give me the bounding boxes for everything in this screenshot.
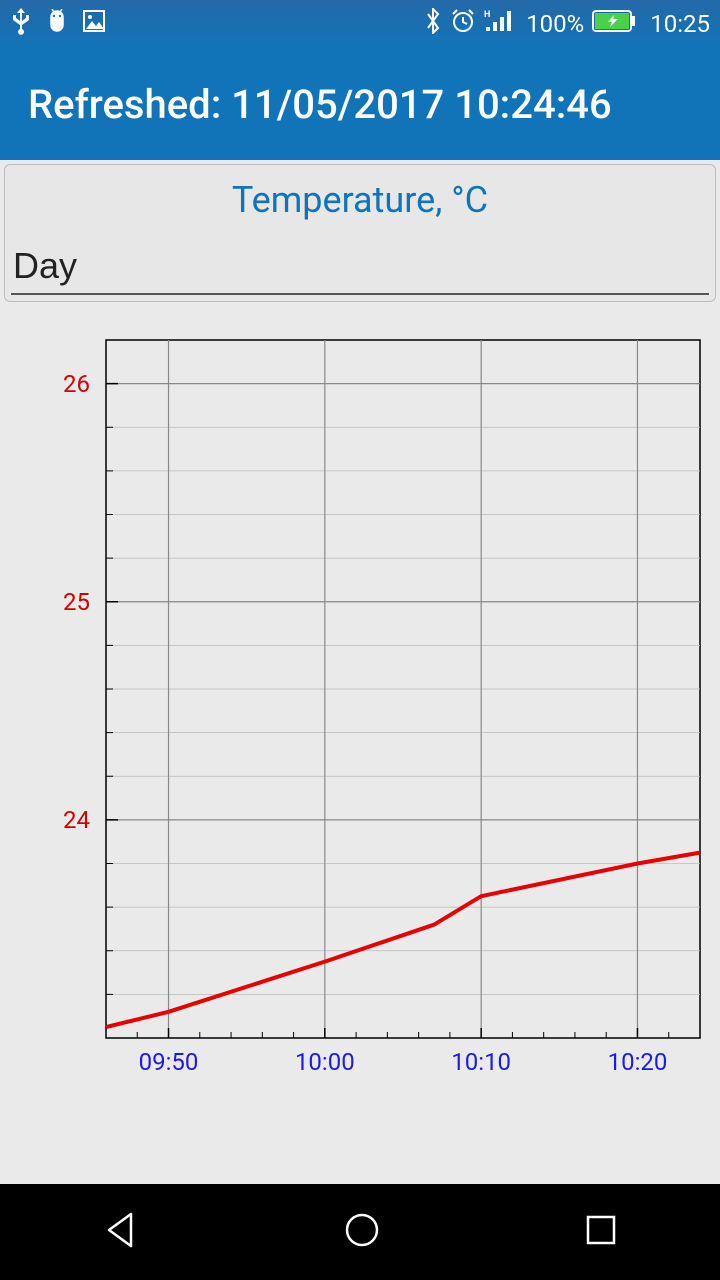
bluetooth-icon <box>424 8 442 40</box>
svg-text:H: H <box>484 10 490 20</box>
debug-icon <box>46 9 68 39</box>
x-tick-label: 09:50 <box>139 1048 199 1076</box>
usb-icon <box>10 7 32 41</box>
x-tick-label: 10:00 <box>295 1048 355 1076</box>
home-button[interactable] <box>342 1210 382 1254</box>
timerange-selector[interactable] <box>11 241 709 295</box>
recents-button[interactable] <box>583 1212 619 1252</box>
alarm-icon <box>450 8 476 40</box>
app-bar: Refreshed: 11/05/2017 10:24:46 <box>0 48 720 160</box>
app-bar-title: Refreshed: 11/05/2017 10:24:46 <box>28 81 612 128</box>
chart-card: Temperature, °C <box>4 164 716 302</box>
y-tick-label: 24 <box>0 806 90 834</box>
battery-icon <box>592 10 636 38</box>
signal-icon: H <box>484 9 514 39</box>
back-button[interactable] <box>101 1210 141 1254</box>
x-tick-label: 10:20 <box>608 1048 668 1076</box>
battery-percent: 100% <box>526 10 584 38</box>
android-status-bar: H 100% 10:25 <box>0 0 720 48</box>
x-tick-label: 10:10 <box>451 1048 511 1076</box>
chart-card-title: Temperature, °C <box>5 165 715 241</box>
image-icon <box>82 9 106 39</box>
y-tick-label: 25 <box>0 588 90 616</box>
status-clock: 10:25 <box>650 10 710 38</box>
y-tick-label: 26 <box>0 370 90 398</box>
android-nav-bar <box>0 1184 720 1280</box>
temperature-chart[interactable]: 24 25 26 09:50 10:00 10:10 10:20 <box>0 336 720 1116</box>
